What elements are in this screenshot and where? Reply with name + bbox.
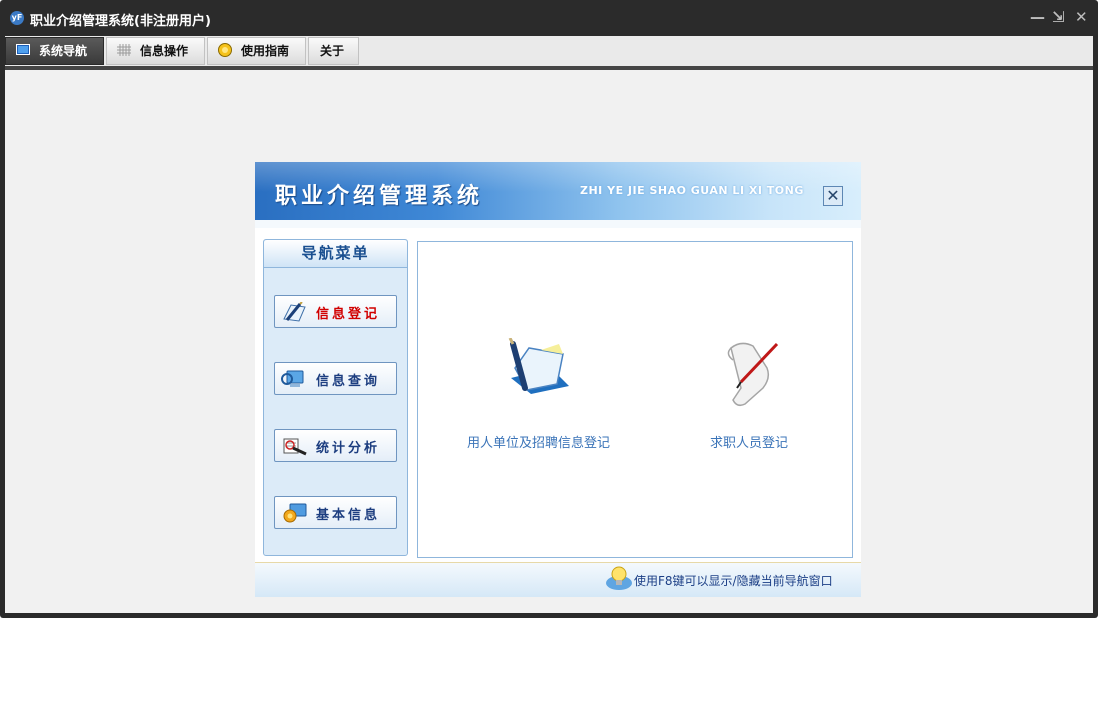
- option-label: 求职人员登记: [709, 436, 788, 451]
- nav-menu-heading: 导航菜单: [264, 240, 407, 268]
- computer-search-icon: [281, 370, 304, 387]
- tab-label: 关于: [320, 44, 345, 58]
- footer-hint: 使用F8键可以显示/隐藏当前导航窗口: [634, 574, 833, 588]
- tab-label: 信息操作: [140, 44, 189, 58]
- nav-button-label: 基本信息: [316, 508, 381, 523]
- dialog-footer: 使用F8键可以显示/隐藏当前导航窗口: [255, 562, 861, 597]
- lightbulb-icon: [606, 566, 632, 590]
- scroll-pen-icon: [727, 342, 779, 407]
- tab-user-guide[interactable]: 使用指南: [207, 37, 306, 65]
- title-bar[interactable]: yF 职业介绍管理系统(非注册用户) — ⇲ ✕: [0, 0, 1098, 36]
- nav-button-statistics[interactable]: 统计分析: [274, 429, 397, 462]
- nav-button-label: 统计分析: [316, 441, 381, 456]
- option-employer-recruitment-register[interactable]: 用人单位及招聘信息登记: [456, 337, 621, 451]
- nav-button-basic-info[interactable]: 基本信息: [274, 496, 397, 529]
- nav-button-info-register[interactable]: 信息登记: [274, 295, 397, 328]
- tab-about[interactable]: 关于: [308, 37, 359, 65]
- close-window-icon[interactable]: ✕: [1075, 8, 1088, 26]
- option-job-seeker-register[interactable]: 求职人员登记: [674, 338, 824, 451]
- dialog-close-button[interactable]: ✕: [823, 186, 843, 206]
- help-icon: [218, 43, 232, 57]
- notebook-pen-icon: [508, 337, 569, 394]
- window-title: 职业介绍管理系统(非注册用户): [30, 14, 211, 29]
- dialog-header: 职业介绍管理系统 ZHI YE JIE SHAO GUAN LI XI TONG…: [255, 162, 861, 220]
- minimize-icon[interactable]: —: [1030, 8, 1045, 26]
- dialog-title: 职业介绍管理系统: [275, 184, 484, 209]
- pen-paper-icon: [283, 302, 306, 322]
- chart-analysis-icon: [283, 438, 307, 456]
- function-panel: 用人单位及招聘信息登记 求职人员登记: [417, 241, 853, 558]
- monitor-icon: [16, 44, 30, 55]
- tab-system-navigation[interactable]: 系统导航: [5, 37, 104, 65]
- tab-label: 使用指南: [241, 44, 290, 58]
- nav-button-label: 信息登记: [316, 307, 381, 322]
- tab-label: 系统导航: [39, 44, 88, 58]
- basic-info-icon: [283, 503, 307, 523]
- navigation-dialog: 职业介绍管理系统 ZHI YE JIE SHAO GUAN LI XI TONG…: [255, 162, 861, 597]
- app-logo-icon: yF: [10, 11, 24, 25]
- menu-bar: 系统导航 信息操作 使用指南 关于: [5, 36, 1093, 70]
- restore-icon[interactable]: ⇲: [1052, 8, 1065, 26]
- nav-menu-panel: 导航菜单 信息登记 信息查询 统计分析 基本信息: [263, 239, 408, 556]
- grid-icon: [117, 44, 131, 56]
- option-label: 用人单位及招聘信息登记: [466, 436, 610, 451]
- dialog-pinyin-subtitle: ZHI YE JIE SHAO GUAN LI XI TONG: [580, 184, 804, 197]
- tab-info-operations[interactable]: 信息操作: [106, 37, 205, 65]
- nav-button-info-query[interactable]: 信息查询: [274, 362, 397, 395]
- nav-button-label: 信息查询: [316, 374, 381, 389]
